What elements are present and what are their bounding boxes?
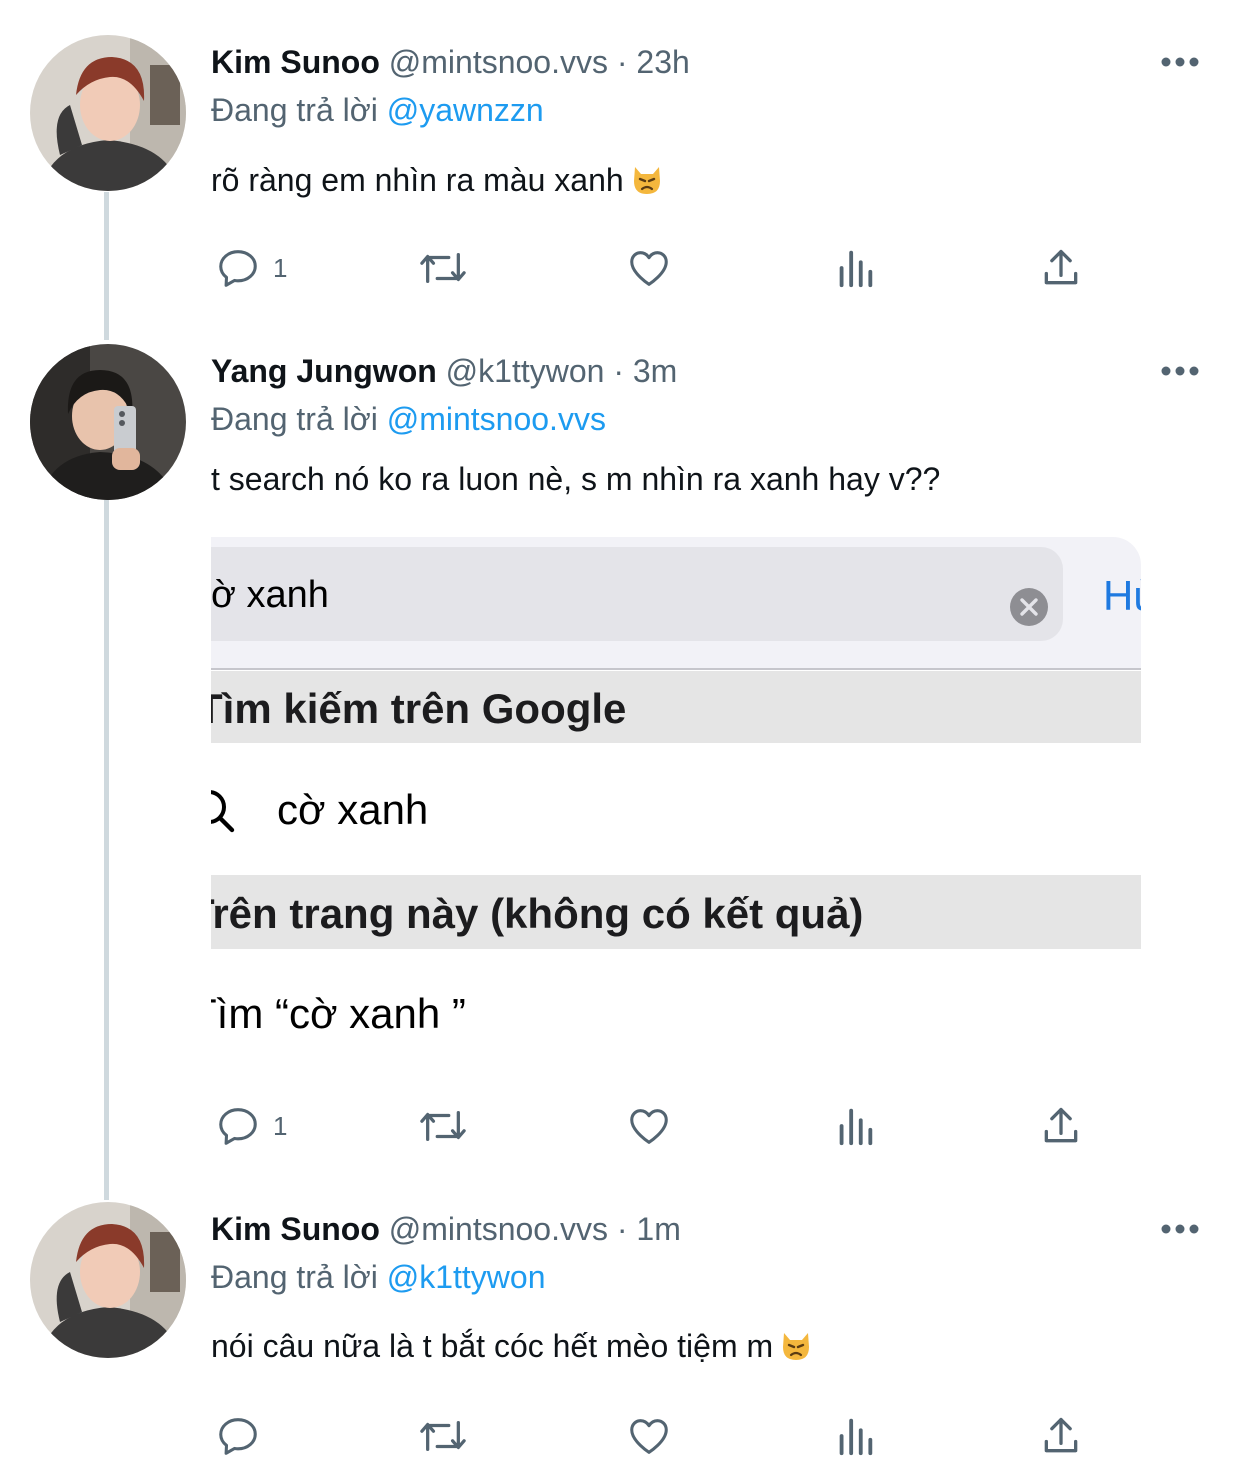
retweet-button[interactable] <box>415 1406 471 1466</box>
like-button[interactable] <box>625 1406 673 1466</box>
reply-count: 1 <box>273 252 288 283</box>
reply-mention[interactable]: @mintsnoo.vvs <box>387 401 606 437</box>
views-button[interactable] <box>835 1406 875 1466</box>
like-icon <box>630 1419 668 1454</box>
reply-button[interactable]: 1 <box>215 238 287 298</box>
retweet-button[interactable] <box>415 238 471 298</box>
display-name[interactable]: Yang Jungwon <box>211 353 437 389</box>
handle-time[interactable]: @mintsnoo.vvs · 23h <box>389 44 690 80</box>
reply-button[interactable] <box>215 1406 273 1466</box>
tweet-actions <box>211 1406 1111 1466</box>
avatar[interactable] <box>30 344 186 500</box>
search-icon <box>211 790 235 833</box>
reply-icon <box>219 1108 257 1145</box>
replying-to: Đang trả lời @yawnzzn <box>211 90 544 130</box>
media-find-text: Tìm “cờ xanh ” <box>211 990 466 1037</box>
retweet-button[interactable] <box>415 1096 471 1156</box>
views-icon <box>839 1108 873 1146</box>
reply-mention[interactable]: @k1ttywon <box>387 1259 546 1295</box>
tweet[interactable]: Kim Sunoo @mintsnoo.vvs · 23h Đang trả l… <box>0 0 1240 330</box>
share-icon <box>1044 1107 1078 1143</box>
share-button[interactable] <box>1039 1096 1083 1156</box>
tweet-text: t search nó ko ra luon nè, s m nhìn ra x… <box>211 459 940 499</box>
reply-count: 1 <box>273 1110 288 1141</box>
like-icon <box>630 251 668 286</box>
reply-prefix: Đang trả lời <box>211 401 378 437</box>
reply-icon <box>219 1418 257 1455</box>
reply-prefix: Đang trả lời <box>211 1259 378 1295</box>
media-section-google: Tìm kiếm trên Google <box>211 671 1141 743</box>
tweet-text-content: nói câu nữa là t bắt cóc hết mèo tiệm m <box>211 1328 774 1364</box>
reply-icon <box>219 250 257 287</box>
clear-icon <box>1010 588 1048 626</box>
pouting-cat-emoji <box>633 167 660 194</box>
views-icon <box>839 1418 873 1456</box>
more-icon[interactable] <box>1160 361 1200 381</box>
retweet-icon <box>420 1420 466 1452</box>
retweet-icon <box>420 1110 466 1142</box>
tweet-text: rõ ràng em nhìn ra màu xanh <box>211 160 664 200</box>
replying-to: Đang trả lời @k1ttywon <box>211 1257 545 1297</box>
retweet-icon <box>420 252 466 284</box>
media-search-field: ờ xanh <box>211 547 1063 641</box>
views-icon <box>839 250 873 288</box>
replying-to: Đang trả lời @mintsnoo.vvs <box>211 399 606 439</box>
tweet-media-image[interactable]: ờ xanh Hủ Tìm kiếm trên Google cờ xanh T… <box>211 537 1141 1077</box>
media-divider <box>211 668 1141 670</box>
tweet-header: Yang Jungwon @k1ttywon · 3m <box>211 351 677 391</box>
display-name[interactable]: Kim Sunoo <box>211 44 380 80</box>
pouting-cat-emoji <box>783 1333 810 1360</box>
reply-button[interactable]: 1 <box>215 1096 287 1156</box>
media-section-page: Trên trang này (không có kết quả) <box>211 875 1141 949</box>
like-icon <box>630 1109 668 1144</box>
tweet-text-content: rõ ràng em nhìn ra màu xanh <box>211 162 624 198</box>
tweet-header: Kim Sunoo @mintsnoo.vvs · 23h <box>211 42 690 82</box>
media-cancel-text: Hủ <box>1103 572 1141 619</box>
tweet-actions: 1 <box>211 1096 1111 1156</box>
media-section-page-label: Trên trang này (không có kết quả) <box>211 890 864 937</box>
tweet[interactable]: Kim Sunoo @mintsnoo.vvs · 1m Đang trả lờ… <box>0 1190 1240 1475</box>
tweet-actions: 1 <box>211 238 1111 298</box>
share-icon <box>1044 249 1078 285</box>
tweet-header: Kim Sunoo @mintsnoo.vvs · 1m <box>211 1209 681 1249</box>
media-suggestion: cờ xanh <box>277 786 429 833</box>
media-search-text: ờ xanh <box>211 574 329 616</box>
handle-time[interactable]: @k1ttywon · 3m <box>446 353 678 389</box>
more-icon[interactable] <box>1160 52 1200 72</box>
views-button[interactable] <box>835 1096 875 1156</box>
tweet-text-content: t search nó ko ra luon nè, s m nhìn ra x… <box>211 461 941 497</box>
like-button[interactable] <box>625 1096 673 1156</box>
share-button[interactable] <box>1039 1406 1083 1466</box>
handle-time[interactable]: @mintsnoo.vvs · 1m <box>389 1211 681 1247</box>
more-icon[interactable] <box>1160 1219 1200 1239</box>
avatar[interactable] <box>30 35 186 191</box>
reply-prefix: Đang trả lời <box>211 92 378 128</box>
display-name[interactable]: Kim Sunoo <box>211 1211 380 1247</box>
share-icon <box>1044 1417 1078 1453</box>
reply-mention[interactable]: @yawnzzn <box>387 92 544 128</box>
like-button[interactable] <box>625 238 673 298</box>
share-button[interactable] <box>1039 238 1083 298</box>
tweet-text: nói câu nữa là t bắt cóc hết mèo tiệm m <box>211 1326 813 1366</box>
views-button[interactable] <box>835 238 875 298</box>
avatar[interactable] <box>30 1202 186 1358</box>
media-section-google-label: Tìm kiếm trên Google <box>211 685 627 732</box>
